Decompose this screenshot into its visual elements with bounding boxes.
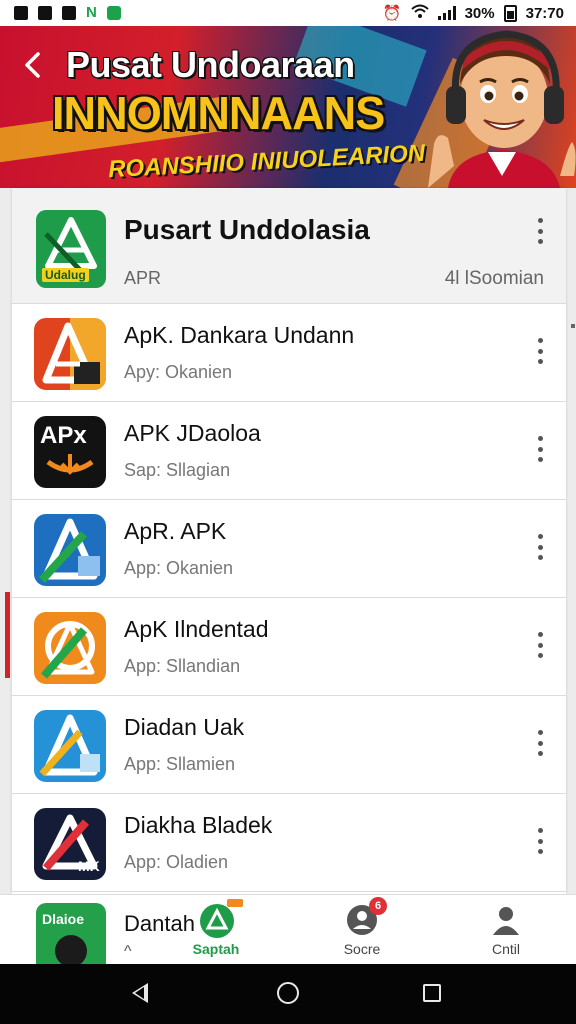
app-subtitle: App: Sllamien: [124, 754, 236, 774]
app-list-panel: Udalug Pusart Unddolasia APR 4l lSoomian…: [12, 188, 566, 894]
app-icon-label: MK: [78, 858, 100, 874]
featured-app-icon: Udalug: [36, 210, 106, 288]
app-title: ApR. APK: [124, 518, 227, 544]
profile-icon: [489, 903, 523, 937]
app-icon: [34, 612, 106, 684]
app-notification-icon: [106, 6, 121, 20]
more-options-icon[interactable]: [536, 730, 544, 756]
mascot-headphones-illustration: [428, 30, 576, 188]
peek-app-subtitle: ^: [124, 943, 132, 960]
more-options-icon[interactable]: [536, 828, 544, 854]
gamepad-icon: [55, 935, 87, 965]
banner-title: Pusat Undoaraan: [66, 44, 355, 85]
app-title: APK JDaoloa: [124, 420, 261, 446]
app-title: ApK Ilndentad: [124, 616, 269, 642]
nav-item-saptah[interactable]: Saptah: [176, 899, 256, 957]
app-list-item[interactable]: MK Diakha Bladek App: Oladien: [12, 794, 566, 892]
clock: 37:70: [525, 4, 564, 22]
app-list-item[interactable]: Diadan Uak App: Sllamien: [12, 696, 566, 794]
more-options-icon[interactable]: [536, 338, 544, 364]
status-bar: N ⏰ 30% 37:70: [0, 0, 576, 26]
nav-item-socre[interactable]: 6 Socre: [322, 897, 402, 957]
notification-icon: [14, 6, 28, 20]
app-title: Diadan Uak: [124, 714, 245, 740]
nav-label: Cntil: [491, 941, 520, 957]
featured-app-title: Pusart Unddolasia: [124, 214, 370, 245]
apk-logo-icon: [42, 318, 106, 390]
bottom-navigation: Dlaioe Dantah ^ Saptah 6 Socre Cntil: [0, 894, 576, 965]
alarm-icon: ⏰: [382, 5, 402, 22]
new-badge-icon: [227, 899, 243, 907]
featured-app-card[interactable]: Udalug Pusart Unddolasia APR 4l lSoomian: [12, 188, 566, 304]
app-icon: APx: [34, 416, 106, 488]
system-home-icon[interactable]: [277, 982, 299, 1004]
banner-headline: INNOMNNAANS: [52, 87, 385, 139]
app-icon: [34, 514, 106, 586]
app-title: Diakha Bladek: [124, 812, 273, 838]
account-icon: 6: [345, 897, 387, 937]
mail-notification-icon: [38, 6, 52, 20]
app-icon: [34, 318, 106, 390]
wifi-icon: [410, 4, 429, 22]
header-banner: Pusat Undoaraan INNOMNNAANS ROANSHIIO IN…: [0, 26, 576, 188]
screen: N ⏰ 30% 37:70 Pusat Undoaraan INNOMNNAAN…: [0, 0, 576, 1024]
app-store-icon: [199, 899, 243, 938]
app-list-item[interactable]: ApK. Dankara Undann Apy: Okanien: [12, 304, 566, 402]
app-list-item[interactable]: ApK Ilndentad App: Sllandian: [12, 598, 566, 696]
back-button[interactable]: [16, 48, 50, 82]
apk-logo-icon: [40, 621, 95, 679]
banner-tagline: ROANSHIIO INIUOLEARION: [107, 139, 426, 184]
more-options-icon[interactable]: [536, 436, 544, 462]
n-notification-icon: N: [86, 4, 97, 21]
app-icon: [34, 710, 106, 782]
featured-app-meta: 4l lSoomian: [444, 268, 544, 289]
scroll-edge-indicator: [5, 592, 10, 678]
scrollbar-thumb[interactable]: [571, 324, 575, 328]
notification-icon: [62, 6, 76, 20]
more-options-icon[interactable]: [536, 218, 544, 244]
apk-logo-icon: [39, 714, 100, 777]
more-options-icon[interactable]: [536, 534, 544, 560]
system-recents-icon[interactable]: [423, 984, 441, 1002]
app-subtitle: Apy: Okanien: [124, 362, 233, 382]
system-navigation-bar: [0, 964, 576, 1024]
apk-logo-icon: [39, 518, 100, 583]
more-options-icon[interactable]: [536, 632, 544, 658]
battery-percent: 30%: [464, 4, 495, 22]
app-list-item[interactable]: ApR. APK App: Okanien: [12, 500, 566, 598]
app-icon: MK: [34, 808, 106, 880]
chevron-left-icon: [25, 52, 40, 78]
signal-icon: [437, 6, 456, 20]
peek-app-icon[interactable]: Dlaioe: [36, 903, 106, 965]
app-subtitle: App: Sllandian: [124, 656, 241, 676]
notification-icons: N: [14, 4, 121, 21]
notification-badge: 6: [369, 897, 387, 915]
system-back-icon[interactable]: [132, 983, 148, 1003]
app-subtitle: App: Oladien: [124, 852, 229, 872]
app-title: ApK. Dankara Undann: [124, 322, 355, 348]
nav-item-cntil[interactable]: Cntil: [466, 903, 546, 957]
nav-label: Saptah: [192, 941, 240, 957]
app-subtitle: App: Okanien: [124, 558, 234, 578]
app-list-item[interactable]: APx APK JDaoloa Sap: Sllagian: [12, 402, 566, 500]
nav-label: Socre: [343, 941, 381, 957]
featured-app-type: APR: [124, 268, 162, 288]
battery-icon: [503, 4, 517, 22]
system-indicators: ⏰ 30% 37:70: [383, 4, 564, 22]
download-arrow-icon: [46, 454, 94, 475]
app-subtitle: Sap: Sllagian: [124, 460, 231, 480]
featured-icon-label: Udalug: [42, 268, 89, 282]
